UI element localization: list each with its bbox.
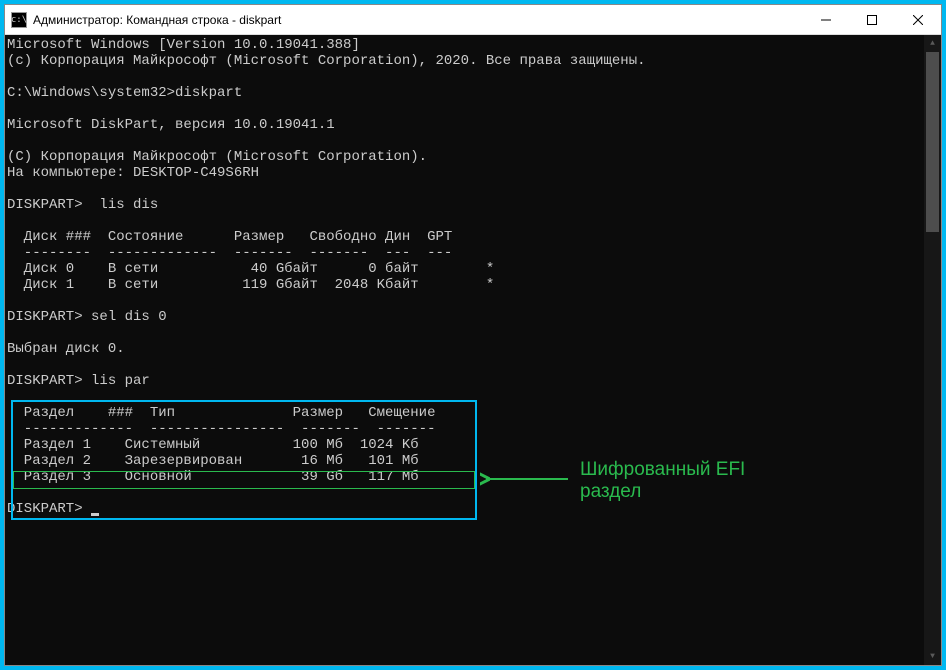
console-line: DISKPART> <box>7 501 91 517</box>
window-title: Администратор: Командная строка - diskpa… <box>33 13 803 27</box>
console-line: -------- ------------- ------- ------- -… <box>7 245 452 261</box>
console-line: Microsoft DiskPart, версия 10.0.19041.1 <box>7 117 335 133</box>
console-line: Раздел 2 Зарезервирован 16 Mб 101 Mб <box>7 453 419 469</box>
close-icon <box>913 15 923 25</box>
titlebar: c:\ Администратор: Командная строка - di… <box>5 5 941 35</box>
close-button[interactable] <box>895 5 941 34</box>
cmd-window: c:\ Администратор: Командная строка - di… <box>4 4 942 666</box>
console-line: Раздел 3 Основной 39 Gб 117 Mб <box>7 469 419 485</box>
maximize-icon <box>867 15 877 25</box>
console-line: Выбран диск 0. <box>7 341 125 357</box>
annotation-text: Шифрованный EFI раздел <box>580 459 745 503</box>
console-output[interactable]: Microsoft Windows [Version 10.0.19041.38… <box>5 35 924 665</box>
cmd-icon: c:\ <box>11 12 27 28</box>
console-line: Раздел 1 Системный 100 Mб 1024 Kб <box>7 437 419 453</box>
console-line: C:\Windows\system32>diskpart <box>7 85 242 101</box>
console-line: На компьютере: DESKTOP-C49S6RH <box>7 165 259 181</box>
minimize-button[interactable] <box>803 5 849 34</box>
console-line: DISKPART> lis dis <box>7 197 158 213</box>
scroll-thumb[interactable] <box>926 52 939 232</box>
minimize-icon <box>821 15 831 25</box>
cursor <box>91 513 99 516</box>
console-line: (C) Корпорация Майкрософт (Microsoft Cor… <box>7 149 427 165</box>
console-line: DISKPART> lis par <box>7 373 150 389</box>
console-line: Microsoft Windows [Version 10.0.19041.38… <box>7 37 360 53</box>
console-line: Диск 0 В сети 40 Gбайт 0 байт * <box>7 261 494 277</box>
scroll-down-icon[interactable]: ▼ <box>924 648 941 665</box>
maximize-button[interactable] <box>849 5 895 34</box>
console-container: Microsoft Windows [Version 10.0.19041.38… <box>5 35 941 665</box>
scroll-track[interactable] <box>924 52 941 648</box>
console-line: DISKPART> sel dis 0 <box>7 309 167 325</box>
console-line: Диск ### Состояние Размер Свободно Дин G… <box>7 229 452 245</box>
window-controls <box>803 5 941 34</box>
console-line: Раздел ### Тип Размер Смещение <box>7 405 435 421</box>
console-line: Диск 1 В сети 119 Gбайт 2048 Kбайт * <box>7 277 494 293</box>
scroll-up-icon[interactable]: ▲ <box>924 35 941 52</box>
console-line: (c) Корпорация Майкрософт (Microsoft Cor… <box>7 53 646 69</box>
scrollbar[interactable]: ▲ ▼ <box>924 35 941 665</box>
console-line: ------------- ---------------- ------- -… <box>7 421 435 437</box>
